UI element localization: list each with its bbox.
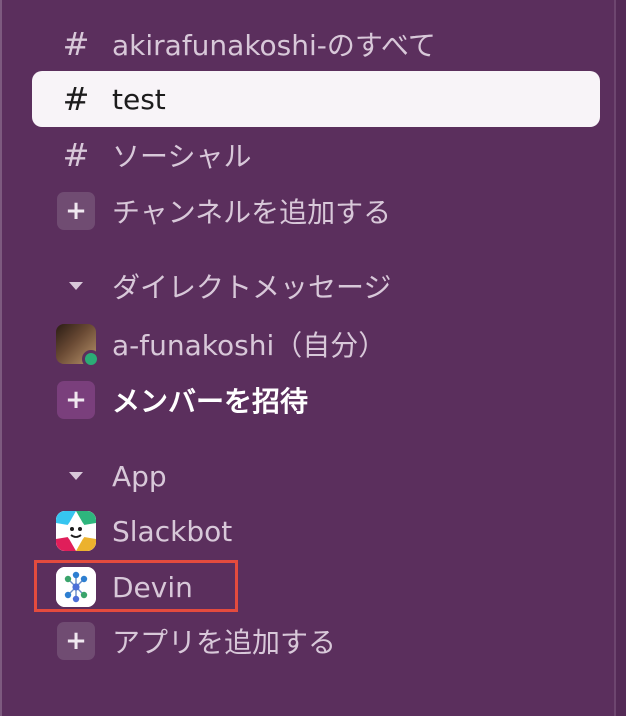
channel-label: ソーシャル [112, 140, 252, 173]
dm-label: a-funakoshi（自分） [112, 329, 387, 362]
invite-label: メンバーを招待 [112, 385, 309, 418]
add-channel-button[interactable]: + チャンネルを追加する [32, 183, 600, 239]
channel-item-all[interactable]: # akirafunakoshi-のすべて [32, 16, 600, 72]
channel-label: akirafunakoshi-のすべて [112, 29, 436, 62]
section-label: ダイレクトメッセージ [112, 271, 392, 304]
plus-icon: + [56, 380, 96, 420]
add-app-button[interactable]: + アプリを追加する [32, 613, 600, 669]
sidebar: # akirafunakoshi-のすべて # test # ソーシャル + チ… [0, 0, 614, 716]
hash-icon: # [62, 80, 90, 118]
devin-icon [56, 567, 96, 607]
caret-down-icon [56, 266, 96, 306]
slackbot-icon [56, 511, 96, 551]
channel-item-social[interactable]: # ソーシャル [32, 127, 600, 183]
hash-icon: # [62, 25, 90, 63]
app-label: Devin [112, 570, 193, 604]
app-item-slackbot[interactable]: Slackbot [32, 503, 600, 559]
plus-icon: + [56, 621, 96, 661]
invite-members-button[interactable]: + メンバーを招待 [32, 372, 600, 428]
app-item-devin[interactable]: Devin [32, 559, 600, 615]
avatar [56, 324, 100, 368]
caret-down-icon [56, 456, 96, 496]
presence-indicator [82, 350, 100, 368]
app-label: Slackbot [112, 514, 233, 548]
hash-icon: # [62, 136, 90, 174]
channel-label: test [112, 82, 166, 116]
section-label: App [112, 459, 167, 493]
dm-item-self[interactable]: a-funakoshi（自分） [32, 316, 600, 372]
channel-item-test[interactable]: # test [32, 71, 600, 127]
scrollbar-edge [614, 0, 626, 716]
section-toggle-apps[interactable]: App [32, 448, 600, 504]
plus-icon: + [56, 191, 96, 231]
section-toggle-direct-messages[interactable]: ダイレクトメッセージ [32, 258, 600, 314]
add-app-label: アプリを追加する [112, 626, 337, 659]
add-channel-label: チャンネルを追加する [112, 196, 392, 229]
